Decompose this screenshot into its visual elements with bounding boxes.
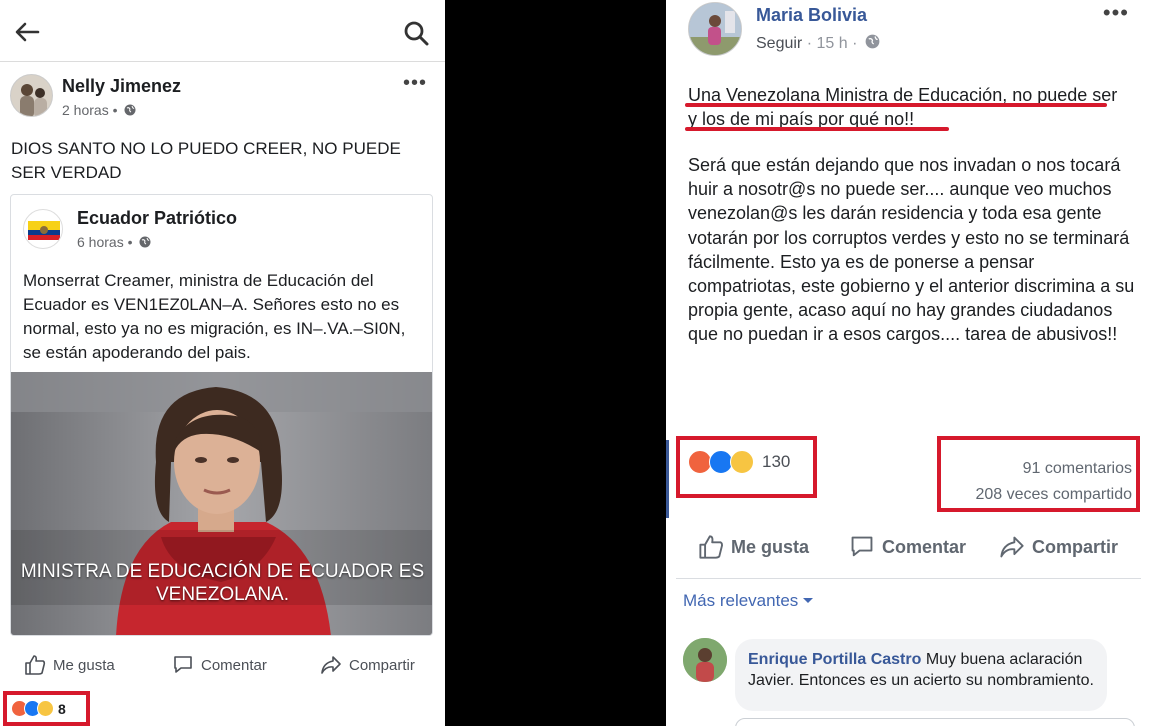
- divider: [676, 578, 1141, 579]
- image-caption: MINISTRA DE EDUCACIÓN DE ECUADOR ES VENE…: [20, 561, 425, 605]
- reactions-summary[interactable]: 8: [3, 691, 90, 726]
- globe-icon: [124, 104, 136, 116]
- sort-caret-icon: [803, 598, 814, 603]
- more-options-icon[interactable]: •••: [1103, 0, 1129, 26]
- like-icon: [699, 535, 723, 559]
- engagement-stats: 91 comentarios 208 veces compartido: [937, 436, 1140, 512]
- shared-post-text: Monserrat Creamer, ministra de Educación…: [23, 271, 406, 362]
- comment-label: Comentar: [201, 656, 267, 674]
- shared-post-image[interactable]: MINISTRA DE EDUCACIÓN DE ECUADOR ES VENE…: [11, 372, 432, 635]
- post-timestamp: 2 horas •: [62, 102, 136, 118]
- post-action-bar: Me gusta Comentar Compartir: [0, 644, 445, 684]
- like-button[interactable]: Me gusta: [24, 654, 115, 676]
- wow-reaction-icon: [730, 450, 754, 474]
- search-icon[interactable]: [403, 20, 429, 46]
- back-arrow-icon[interactable]: [14, 20, 40, 44]
- post-text: DIOS SANTO NO LO PUEDO CREER, NO PUEDE S…: [11, 139, 401, 182]
- comments-count[interactable]: 91 comentarios: [941, 456, 1132, 482]
- comment-button[interactable]: Comentar: [849, 534, 966, 560]
- avatar[interactable]: [688, 2, 742, 56]
- comment-label: Comentar: [882, 536, 967, 557]
- more-options-icon[interactable]: •••: [403, 72, 427, 95]
- shares-count[interactable]: 208 veces compartido: [941, 482, 1132, 508]
- comment-sort-dropdown[interactable]: Más relevantes: [683, 591, 814, 611]
- sort-label: Más relevantes: [683, 591, 799, 610]
- avatar[interactable]: [683, 638, 727, 682]
- comment-icon: [174, 656, 192, 673]
- reaction-count: 8: [58, 700, 66, 717]
- avatar[interactable]: [10, 74, 53, 117]
- globe-icon: [139, 236, 151, 248]
- comment-icon: [851, 536, 873, 557]
- share-button[interactable]: Compartir: [320, 654, 415, 676]
- post-body-text: Será que están dejando que nos invadan o…: [688, 155, 1135, 345]
- reaction-count: 130: [762, 452, 791, 471]
- post-header: Nelly Jimenez 2 horas • •••: [0, 64, 445, 124]
- accent-bar: [666, 440, 669, 518]
- shared-post-timestamp: 6 horas •: [77, 234, 151, 250]
- right-screenshot-panel: Maria Bolivia Seguir · 15 h · ••• Una Ve…: [666, 0, 1151, 726]
- share-button[interactable]: Compartir: [999, 534, 1118, 560]
- share-label: Compartir: [349, 656, 415, 674]
- shared-timestamp-text: 6 horas •: [77, 234, 133, 250]
- timestamp-text: 2 horas •: [62, 102, 118, 118]
- like-icon: [25, 655, 46, 675]
- poster-name[interactable]: Nelly Jimenez: [62, 76, 181, 97]
- haha-reaction-icon: [37, 700, 54, 717]
- share-icon: [321, 656, 341, 674]
- reply-input[interactable]: [735, 718, 1135, 726]
- like-button[interactable]: Me gusta: [698, 534, 809, 560]
- like-label: Me gusta: [53, 656, 115, 674]
- red-underline: [685, 103, 1107, 107]
- poster-name[interactable]: Maria Bolivia: [756, 5, 867, 26]
- post-meta: Seguir · 15 h ·: [756, 34, 880, 53]
- comment-author[interactable]: Enrique Portilla Castro: [748, 651, 921, 668]
- left-screenshot-panel: Nelly Jimenez 2 horas • ••• DIOS SANTO N…: [0, 0, 445, 726]
- follow-link[interactable]: Seguir: [756, 35, 802, 52]
- ecuador-flag-icon[interactable]: [23, 209, 63, 249]
- red-underline: [685, 127, 949, 131]
- timestamp-text: · 15 h ·: [806, 35, 858, 52]
- top-navigation-bar: [0, 0, 445, 62]
- post-headline: Una Venezolana Ministra de Educación, no…: [688, 85, 1118, 129]
- post-action-bar: Me gusta Comentar Compartir: [666, 530, 1151, 566]
- like-label: Me gusta: [731, 536, 810, 557]
- globe-icon: [865, 34, 880, 49]
- share-icon: [1000, 536, 1024, 558]
- comment-button[interactable]: Comentar: [172, 654, 267, 676]
- reactions-summary[interactable]: 130: [676, 436, 817, 498]
- shared-post-card[interactable]: Ecuador Patriótico 6 horas • Monserrat C…: [10, 194, 433, 636]
- comment-bubble: Enrique Portilla Castro Muy buena aclara…: [735, 639, 1107, 711]
- shared-page-name[interactable]: Ecuador Patriótico: [77, 208, 237, 229]
- share-label: Compartir: [1032, 536, 1119, 557]
